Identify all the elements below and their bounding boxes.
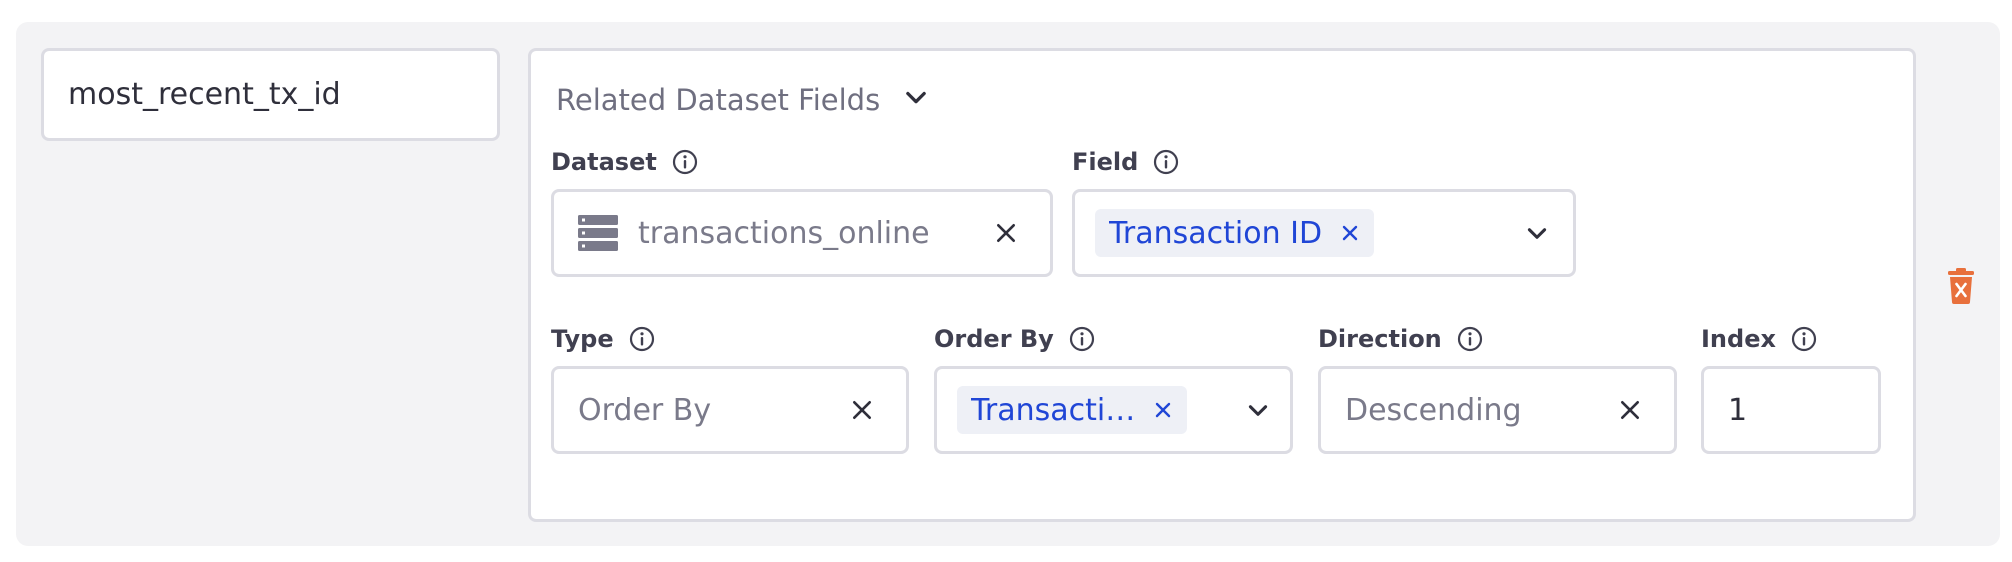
index-label-text: Index bbox=[1701, 325, 1776, 353]
order-by-tag: Transacti… bbox=[957, 386, 1188, 434]
index-label: Index bbox=[1701, 322, 1818, 356]
type-value: Order By bbox=[578, 392, 712, 428]
trash-icon[interactable] bbox=[1946, 268, 1976, 304]
field-label: Field bbox=[1072, 145, 1180, 179]
close-icon[interactable] bbox=[1153, 400, 1173, 420]
order-by-label: Order By bbox=[934, 322, 1096, 356]
field-label-text: Field bbox=[1072, 148, 1139, 176]
order-by-label-text: Order By bbox=[934, 325, 1054, 353]
info-icon[interactable] bbox=[1068, 325, 1096, 353]
index-input[interactable]: 1 bbox=[1701, 366, 1881, 454]
section-title: Related Dataset Fields bbox=[556, 83, 881, 117]
field-name-input[interactable]: most_recent_tx_id bbox=[41, 48, 500, 141]
direction-label: Direction bbox=[1318, 322, 1484, 356]
close-icon[interactable] bbox=[1340, 223, 1360, 243]
info-icon[interactable] bbox=[1456, 325, 1484, 353]
type-label: Type bbox=[551, 322, 656, 356]
direction-label-text: Direction bbox=[1318, 325, 1442, 353]
field-tag: Transaction ID bbox=[1095, 209, 1375, 257]
close-icon[interactable] bbox=[1610, 390, 1650, 430]
chevron-down-icon[interactable] bbox=[1238, 390, 1278, 430]
dataset-select[interactable]: transactions_online bbox=[551, 189, 1053, 277]
field-name-value: most_recent_tx_id bbox=[68, 77, 341, 112]
type-select[interactable]: Order By bbox=[551, 366, 909, 454]
order-by-select[interactable]: Transacti… bbox=[934, 366, 1293, 454]
order-by-tag-label: Transacti… bbox=[971, 392, 1136, 428]
field-select[interactable]: Transaction ID bbox=[1072, 189, 1576, 277]
close-icon[interactable] bbox=[842, 390, 882, 430]
related-dataset-fields-card: Related Dataset Fields Dataset transacti… bbox=[528, 48, 1916, 522]
dataset-label-text: Dataset bbox=[551, 148, 657, 176]
info-icon[interactable] bbox=[671, 148, 699, 176]
dataset-table-icon bbox=[578, 215, 618, 251]
field-tag-label: Transaction ID bbox=[1109, 215, 1323, 251]
type-label-text: Type bbox=[551, 325, 614, 353]
info-icon[interactable] bbox=[628, 325, 656, 353]
info-icon[interactable] bbox=[1152, 148, 1180, 176]
dataset-value: transactions_online bbox=[638, 215, 930, 251]
info-icon[interactable] bbox=[1790, 325, 1818, 353]
direction-value: Descending bbox=[1345, 392, 1522, 428]
close-icon[interactable] bbox=[986, 213, 1026, 253]
dataset-label: Dataset bbox=[551, 145, 699, 179]
chevron-down-icon[interactable] bbox=[1517, 213, 1557, 253]
index-value: 1 bbox=[1728, 392, 1748, 428]
section-toggle[interactable]: Related Dataset Fields bbox=[556, 75, 930, 125]
direction-select[interactable]: Descending bbox=[1318, 366, 1677, 454]
chevron-down-icon bbox=[902, 83, 930, 118]
